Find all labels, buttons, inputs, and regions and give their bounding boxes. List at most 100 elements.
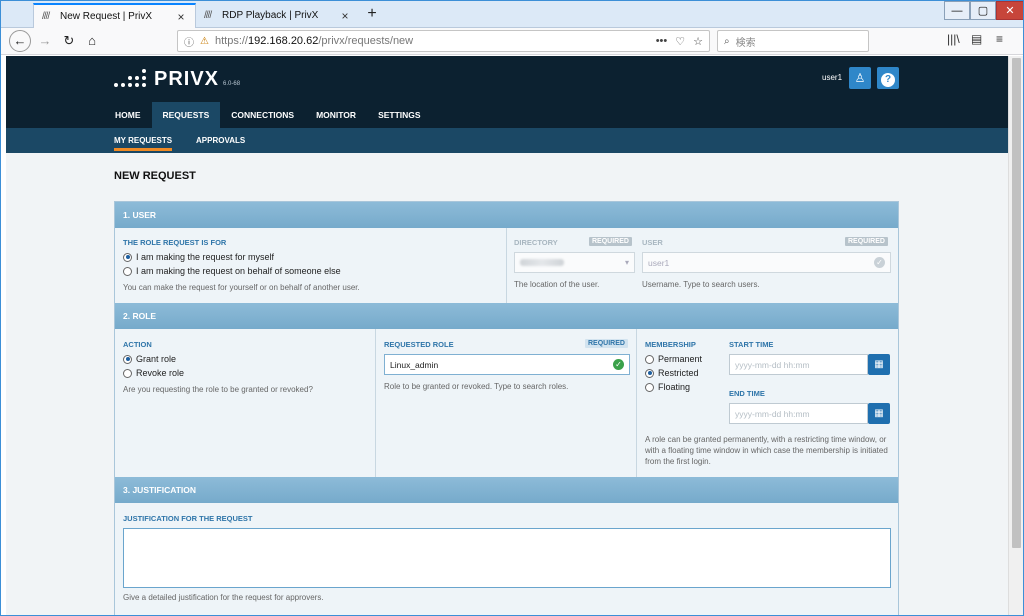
user-profile-button[interactable]: ♙: [849, 67, 871, 89]
section-role-body: ACTION Grant role Revoke role Are you re…: [115, 329, 898, 477]
directory-user-column: DIRECTORY REQUIRED ▾ The location of the…: [507, 228, 898, 303]
nav-monitor[interactable]: MONITOR: [305, 102, 367, 128]
privx-favicon-icon: ////: [42, 11, 50, 22]
redacted-directory-value: [520, 259, 564, 266]
logo-text: PRIVX: [154, 68, 220, 90]
section-justification-body: JUSTIFICATION FOR THE REQUEST Give a det…: [115, 503, 898, 615]
justification-textarea[interactable]: [123, 528, 891, 588]
back-button[interactable]: ←: [9, 30, 31, 52]
radio-permanent[interactable]: Permanent: [645, 354, 702, 364]
reload-button[interactable]: ↻: [58, 30, 80, 52]
radio-checked-icon: [123, 354, 132, 364]
check-circle-icon: ✓: [874, 257, 885, 268]
page-scrollbar[interactable]: [1008, 56, 1023, 615]
user-required-badge: REQUIRED: [845, 237, 888, 246]
user-help: Username. Type to search users.: [642, 280, 760, 289]
end-time-calendar-button[interactable]: ▦: [868, 403, 890, 424]
radio-revoke-role[interactable]: Revoke role: [123, 368, 184, 378]
tab-new-request[interactable]: //// New Request | PrivX ×: [33, 3, 196, 28]
nav-home[interactable]: HOME: [104, 102, 152, 128]
nav-connections[interactable]: CONNECTIONS: [220, 102, 305, 128]
new-tab-button[interactable]: +: [363, 4, 381, 24]
radio-floating[interactable]: Floating: [645, 382, 690, 392]
sidebar-icon[interactable]: ▤: [971, 32, 982, 46]
browser-window: //// New Request | PrivX × //// RDP Play…: [0, 0, 1024, 616]
requested-role-input[interactable]: Linux_admin ✓: [384, 354, 630, 375]
page-actions-menu-icon[interactable]: •••: [656, 35, 668, 48]
requested-role-required-badge: REQUIRED: [585, 339, 628, 348]
radio-checked-icon: [123, 252, 132, 262]
privx-logo[interactable]: PRIVX 6.0-68: [114, 69, 240, 89]
close-window-button[interactable]: ✕: [996, 1, 1023, 20]
insecure-lock-icon[interactable]: ⚠: [200, 36, 209, 47]
calendar-icon: ▦: [874, 408, 884, 419]
search-input[interactable]: ⌕ 検索: [717, 30, 869, 52]
section-user-body: THE ROLE REQUEST IS FOR I am making the …: [115, 228, 898, 303]
app-version: 6.0-68: [223, 81, 241, 87]
help-icon: ?: [881, 73, 895, 87]
tab-title: New Request | PrivX: [60, 11, 153, 22]
info-icon[interactable]: ⓘ: [184, 34, 194, 49]
library-icon[interactable]: |||\: [947, 32, 960, 46]
new-request-form: 1. USER THE ROLE REQUEST IS FOR I am mak…: [114, 201, 899, 615]
user-field: user1 ✓: [642, 252, 891, 273]
radio-unchecked-icon: [645, 382, 654, 392]
directory-label: DIRECTORY: [514, 238, 558, 247]
pocket-icon[interactable]: ♡: [675, 35, 685, 48]
membership-help: A role can be granted permanently, with …: [645, 435, 888, 466]
subnav-my-requests[interactable]: MY REQUESTS: [114, 128, 173, 151]
chevron-down-icon: ▾: [624, 258, 629, 267]
search-placeholder: 検索: [735, 37, 756, 49]
tab-strip: //// New Request | PrivX × //// RDP Play…: [1, 1, 1023, 28]
page-actions: ••• ♡ ☆: [656, 35, 703, 48]
bookmark-star-icon[interactable]: ☆: [693, 35, 703, 48]
subnav-approvals[interactable]: APPROVALS: [196, 128, 245, 153]
start-time-input[interactable]: yyyy-mm-dd hh:mm: [729, 354, 868, 375]
radio-unchecked-icon: [123, 266, 132, 276]
scrollbar-thumb[interactable]: [1012, 58, 1021, 548]
page-title: NEW REQUEST: [114, 170, 196, 182]
maximize-button[interactable]: ▢: [970, 1, 996, 20]
radio-checked-icon: [645, 368, 654, 378]
end-time-input[interactable]: yyyy-mm-dd hh:mm: [729, 403, 868, 424]
section-justification-header: 3. JUSTIFICATION: [115, 477, 898, 503]
address-bar[interactable]: ⓘ ⚠ https:// 192.168.20.62 /privx/reques…: [177, 30, 710, 52]
radio-grant-role[interactable]: Grant role: [123, 354, 176, 364]
radio-request-on-behalf[interactable]: I am making the request on behalf of som…: [123, 266, 341, 276]
close-tab-icon[interactable]: ×: [339, 9, 351, 23]
valid-check-icon: ✓: [613, 359, 624, 370]
tab-title: RDP Playback | PrivX: [222, 10, 319, 21]
radio-request-for-myself[interactable]: I am making the request for myself: [123, 252, 274, 262]
directory-select: ▾: [514, 252, 635, 273]
tab-rdp-playback[interactable]: //// RDP Playback | PrivX ×: [196, 3, 359, 28]
forward-button[interactable]: →: [34, 30, 56, 52]
navigation-toolbar: ← → ↻ ⌂ ⓘ ⚠ https:// 192.168.20.62 /priv…: [1, 28, 1023, 55]
menu-icon[interactable]: ≡: [996, 32, 1003, 46]
url-path: /privx/requests/new: [318, 35, 414, 47]
user-icon: ♙: [854, 71, 866, 85]
home-button[interactable]: ⌂: [81, 30, 103, 52]
url-scheme: https://: [214, 35, 248, 47]
radio-unchecked-icon: [123, 368, 132, 378]
justification-help: Give a detailed justification for the re…: [123, 593, 324, 602]
close-tab-icon[interactable]: ×: [175, 10, 187, 24]
request-for-help: You can make the request for yourself or…: [123, 283, 360, 292]
sub-nav: MY REQUESTS APPROVALS: [6, 128, 1008, 153]
action-help: Are you requesting the role to be grante…: [123, 385, 313, 394]
start-time-calendar-button[interactable]: ▦: [868, 354, 890, 375]
directory-required-badge: REQUIRED: [589, 237, 632, 246]
requested-role-column: REQUESTED ROLE REQUIRED Linux_admin ✓ Ro…: [376, 329, 637, 477]
radio-unchecked-icon: [645, 354, 654, 364]
radio-restricted[interactable]: Restricted: [645, 368, 699, 378]
action-label: ACTION: [123, 340, 152, 349]
nav-settings[interactable]: SETTINGS: [367, 102, 432, 128]
privx-favicon-icon: ////: [204, 10, 212, 21]
role-request-label: THE ROLE REQUEST IS FOR: [123, 238, 227, 247]
calendar-icon: ▦: [874, 359, 884, 370]
role-request-for-column: THE ROLE REQUEST IS FOR I am making the …: [115, 228, 507, 303]
justification-label: JUSTIFICATION FOR THE REQUEST: [123, 514, 253, 523]
nav-requests[interactable]: REQUESTS: [151, 102, 221, 128]
help-button[interactable]: ?: [877, 67, 899, 89]
minimize-button[interactable]: —: [944, 1, 970, 20]
search-icon: ⌕: [724, 35, 730, 47]
